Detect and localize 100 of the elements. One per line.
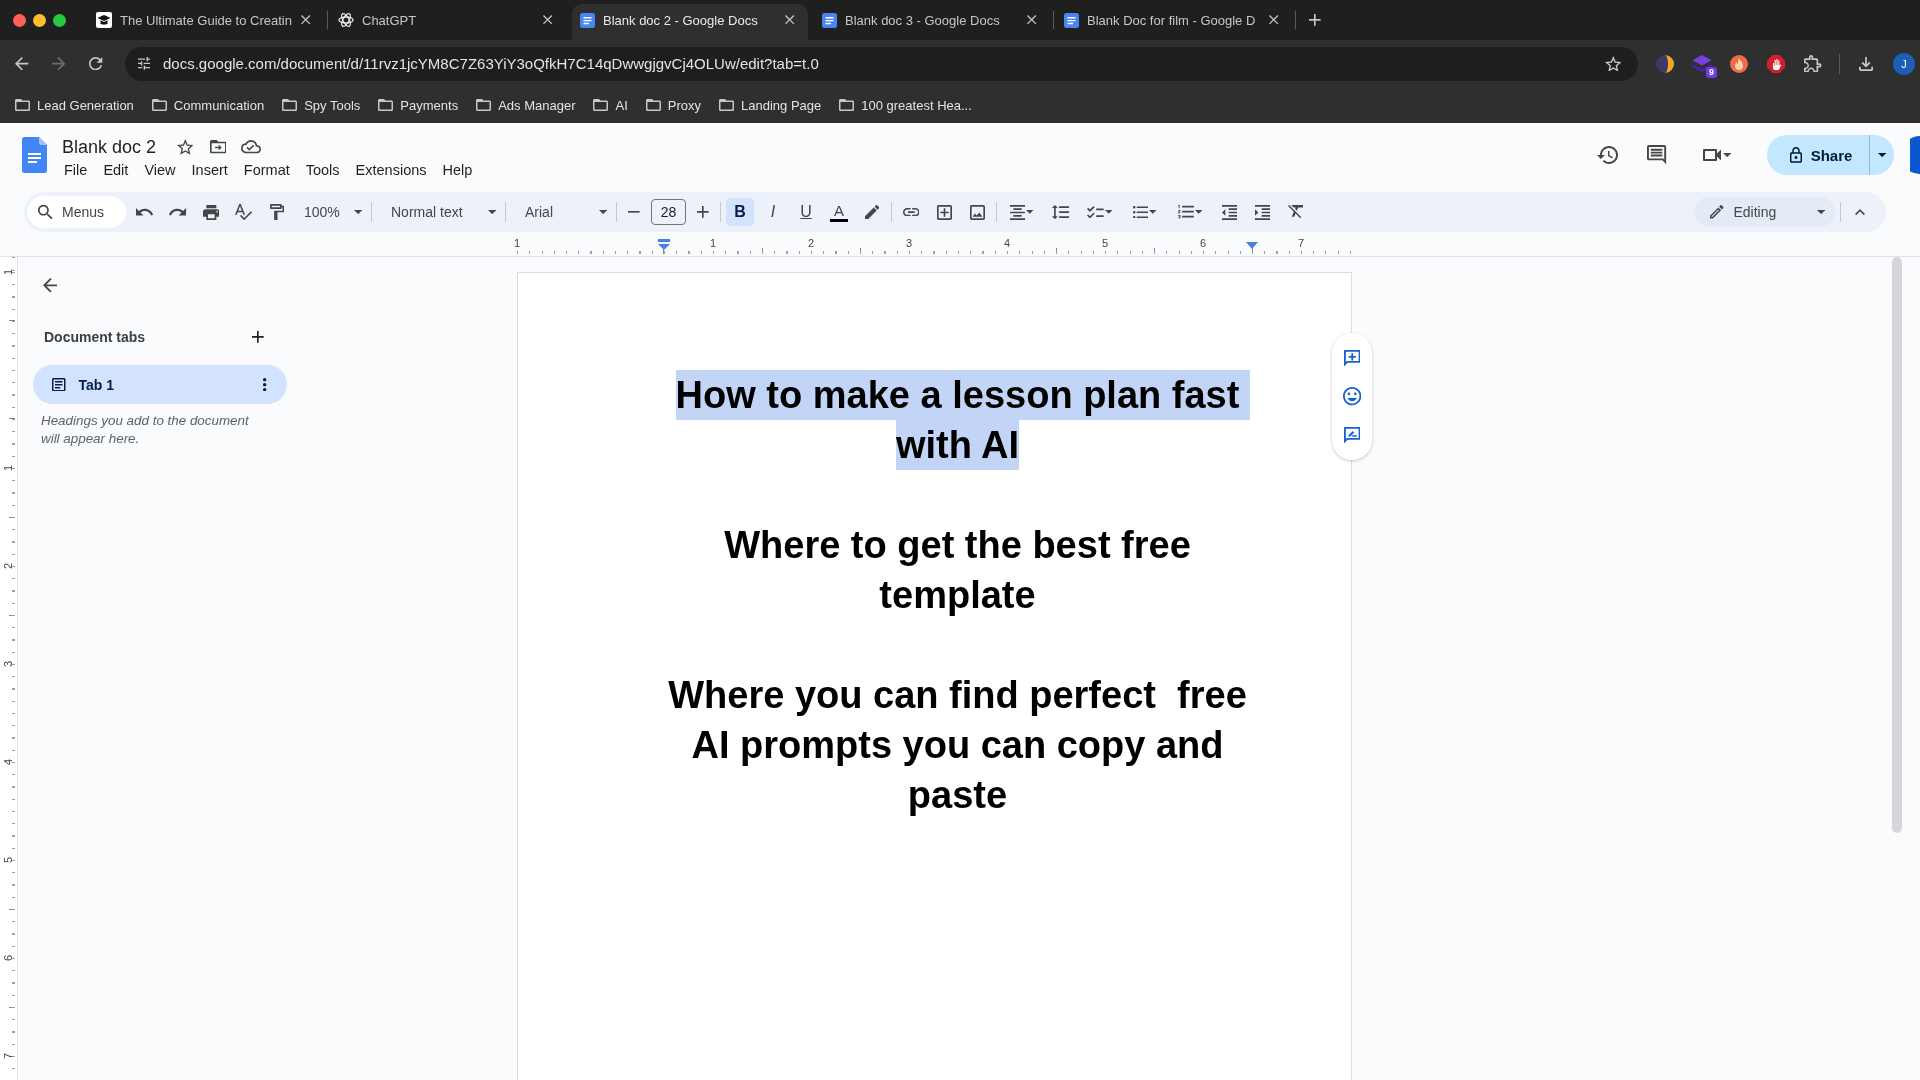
mortarboard-icon: [96, 12, 112, 28]
comment-plus-icon: [1343, 349, 1361, 367]
caret-icon: [1026, 210, 1034, 214]
close-icon: [301, 15, 311, 25]
bookmark-folder[interactable]: AI: [587, 91, 634, 119]
align-center-icon: [1010, 204, 1026, 220]
menu-item[interactable]: Tools: [297, 159, 348, 181]
browser-tab[interactable]: Blank Doc for film - Google D: [1056, 4, 1292, 40]
address-bar[interactable]: docs.google.com/document/d/11rvz1jcYM8C7Z63YiY3oQfkH7C14qDwwgjgvCj4OLUw/edit?tab=t.0: [125, 46, 1638, 81]
right-indent-marker[interactable]: [1246, 242, 1258, 249]
share-button[interactable]: Share: [1767, 135, 1869, 175]
comment-pencil-icon: [1343, 426, 1361, 444]
menu-item[interactable]: Format: [235, 159, 298, 181]
caret-icon: [1722, 152, 1732, 158]
folder-icon: [719, 99, 734, 111]
extension-button[interactable]: 9: [1687, 48, 1717, 79]
caret-icon: [353, 209, 362, 215]
numbered-list-icon: [1177, 205, 1194, 219]
left-indent-marker[interactable]: [658, 239, 670, 250]
ruler-number: 1: [513, 237, 521, 250]
history-icon: [1596, 146, 1618, 164]
account-avatar-icon[interactable]: [1910, 136, 1920, 174]
heading-text: Where to get the best free template: [723, 523, 1192, 618]
paragraph-style-dropdown[interactable]: Normal text: [377, 198, 500, 226]
folder-icon: [282, 99, 298, 111]
folder-icon: [839, 99, 855, 111]
line-spacing-icon: [1052, 204, 1070, 220]
menu-item[interactable]: Insert: [183, 159, 236, 181]
browser-tab[interactable]: Blank doc 2 - Google Docs: [572, 4, 808, 40]
bulleted-list-icon: [1133, 205, 1149, 219]
crescent-icon: [1656, 54, 1674, 73]
docs-logo-icon[interactable]: [22, 137, 47, 173]
checklist-icon: [1087, 205, 1105, 219]
text-color-button[interactable]: A: [825, 198, 853, 226]
browser-tab[interactable]: Blank doc 3 - Google Docs: [814, 4, 1050, 40]
bookmark-folder[interactable]: Lead Generation: [9, 91, 140, 119]
bookmark-folder[interactable]: Ads Manager: [470, 91, 582, 119]
smiley-icon: [1342, 387, 1362, 406]
menu-search-field[interactable]: Menus: [27, 196, 126, 228]
folder-icon: [151, 99, 167, 111]
italic-button[interactable]: I: [759, 198, 787, 226]
bookmark-folder[interactable]: 100 greatest Hea...: [833, 91, 978, 119]
maximize-window-button[interactable]: [53, 13, 66, 27]
caret-icon: [1877, 152, 1887, 158]
ruler-number: 6: [1199, 237, 1207, 250]
close-icon: [543, 15, 553, 25]
document-tabs-heading: Document tabs: [44, 329, 146, 345]
minimize-window-button[interactable]: [33, 13, 46, 27]
bookmark-folder[interactable]: Spy Tools: [276, 91, 367, 119]
caret-icon: [1149, 210, 1157, 214]
bookmark-folder[interactable]: Payments: [372, 91, 465, 119]
ruler-number: 5: [2, 856, 14, 864]
editing-mode-dropdown[interactable]: Editing: [1694, 197, 1835, 227]
browser-tab[interactable]: ChatGPT: [330, 4, 566, 40]
menu-item[interactable]: Edit: [95, 159, 137, 181]
close-window-button[interactable]: [13, 13, 26, 27]
menu-item[interactable]: View: [136, 159, 184, 181]
ruler-number: 1: [2, 464, 14, 472]
indent-icon: [1254, 204, 1270, 220]
document-icon: [822, 12, 837, 28]
ruler-number: 7: [1297, 237, 1305, 250]
menu-item[interactable]: File: [56, 159, 96, 181]
ruler-number: 2: [2, 562, 14, 570]
close-icon: [785, 15, 795, 25]
clear-format-icon: [1287, 205, 1303, 219]
ruler-number: 3: [905, 237, 913, 250]
menu-item[interactable]: Help: [434, 159, 481, 181]
arrow-left-icon: [42, 277, 58, 293]
printer-icon: [202, 204, 220, 220]
underline-button[interactable]: U: [792, 198, 820, 226]
ruler-number: 5: [1101, 237, 1109, 250]
menu-item[interactable]: Extensions: [347, 159, 435, 181]
document-title[interactable]: Blank doc 2: [62, 135, 157, 159]
pencil-icon: [1710, 205, 1724, 219]
scrollbar[interactable]: [1892, 257, 1902, 833]
document-tab[interactable]: Tab 1: [33, 365, 287, 404]
close-icon: [1269, 15, 1279, 25]
spellcheck-icon: [235, 203, 253, 221]
bookmark-folder[interactable]: Landing Page: [713, 91, 828, 119]
download-icon: [1859, 56, 1873, 71]
profile-avatar[interactable]: J: [1893, 52, 1915, 75]
zoom-dropdown[interactable]: 100%: [296, 198, 366, 226]
bookmark-folder[interactable]: Proxy: [639, 91, 707, 119]
outdent-icon: [1221, 204, 1237, 220]
bold-button[interactable]: B: [726, 198, 754, 226]
caret-icon: [487, 209, 496, 215]
browser-tab[interactable]: The Ultimate Guide to Creatin: [88, 4, 324, 40]
marker-pen-icon: [864, 204, 880, 220]
bookmark-folder[interactable]: Communication: [145, 91, 271, 119]
folder-icon: [476, 99, 492, 111]
ruler-number: 4: [2, 758, 14, 766]
font-dropdown[interactable]: Arial: [511, 198, 611, 226]
cloud-check-icon: [241, 140, 262, 154]
folder-icon: [645, 99, 661, 111]
reload-icon: [89, 56, 103, 71]
notification-badge: 9: [1706, 66, 1717, 78]
caret-icon: [1194, 210, 1203, 214]
font-size-field[interactable]: 28: [651, 199, 686, 225]
puzzle-icon: [1804, 54, 1822, 73]
comment-icon: [1647, 145, 1667, 165]
